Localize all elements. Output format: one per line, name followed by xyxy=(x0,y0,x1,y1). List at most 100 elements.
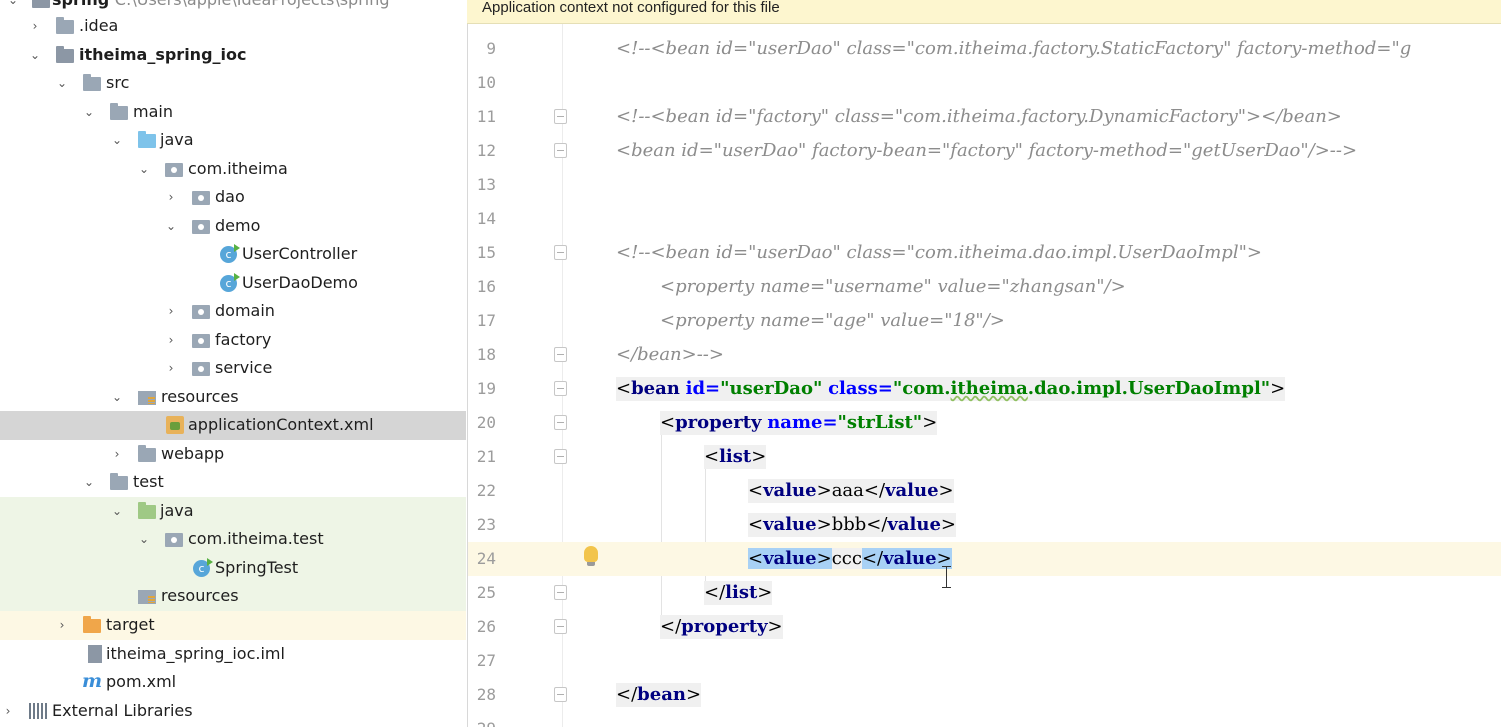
chevron-down-icon[interactable]: ⌄ xyxy=(110,133,124,147)
tree-item-label: itheima_spring_ioc xyxy=(79,45,247,64)
tree-item-test[interactable]: ⌄ test xyxy=(0,468,466,497)
code-line[interactable]: 12 <bean id="userDao" factory-bean="fact… xyxy=(468,134,1501,168)
chevron-down-icon[interactable]: ⌄ xyxy=(82,475,96,489)
code-line[interactable]: 28 </bean> xyxy=(468,678,1501,712)
tree-item-pom[interactable]: m pom.xml xyxy=(0,668,466,697)
chevron-down-icon[interactable]: ⌄ xyxy=(110,504,124,518)
code-text: <!--<bean id="factory" class="com.itheim… xyxy=(616,106,1342,127)
tree-item-factory[interactable]: › factory xyxy=(0,326,466,355)
code-line[interactable]: 11 <!--<bean id="factory" class="com.ith… xyxy=(468,100,1501,134)
tree-item-label: service xyxy=(215,358,273,377)
code-line[interactable]: 22 <value>aaa</value> xyxy=(468,474,1501,508)
code-editor[interactable]: 9 <!--<bean id="userDao" class="com.ithe… xyxy=(467,24,1501,727)
tree-item-dao[interactable]: › dao xyxy=(0,183,466,212)
tree-item-test-java[interactable]: ⌄ java xyxy=(0,497,466,526)
fold-marker-icon[interactable] xyxy=(554,245,567,260)
tree-item-java[interactable]: ⌄ java xyxy=(0,126,466,155)
tree-item-target[interactable]: › target xyxy=(0,611,466,640)
chevron-down-icon[interactable]: ⌄ xyxy=(82,105,96,119)
code-line[interactable]: 20 <property name="strList"> xyxy=(468,406,1501,440)
notification-banner: Application context not configured for t… xyxy=(467,0,1501,24)
tree-item-main[interactable]: ⌄ main xyxy=(0,98,466,127)
tree-item-label: UserController xyxy=(242,244,358,263)
line-number: 15 xyxy=(476,243,496,262)
fold-marker-icon[interactable] xyxy=(554,687,567,702)
code-line[interactable]: 17 <property name="age" value="18"/> xyxy=(468,304,1501,338)
tree-item-service[interactable]: › service xyxy=(0,354,466,383)
fold-marker-icon[interactable] xyxy=(554,347,567,362)
code-line[interactable]: 26 </property> xyxy=(468,610,1501,644)
lightbulb-icon[interactable] xyxy=(584,546,598,566)
tree-item-demo[interactable]: ⌄ demo xyxy=(0,212,466,241)
chevron-down-icon[interactable]: ⌄ xyxy=(164,219,178,233)
fold-marker-icon[interactable] xyxy=(554,109,567,124)
fold-marker-icon[interactable] xyxy=(554,381,567,396)
chevron-right-icon[interactable]: › xyxy=(164,361,178,375)
chevron-down-icon[interactable]: ⌄ xyxy=(55,76,69,90)
code-text: <bean id="userDao" factory-bean="factory… xyxy=(616,140,1358,161)
tree-item-applicationcontext[interactable]: applicationContext.xml xyxy=(0,411,466,440)
tree-item-label: com.itheima xyxy=(188,159,288,178)
tree-item-springtest[interactable]: c SpringTest xyxy=(0,554,466,583)
banner-text: Application context not configured for t… xyxy=(482,0,780,16)
tree-item-com-itheima[interactable]: ⌄ com.itheima xyxy=(0,155,466,184)
chevron-down-icon[interactable]: ⌄ xyxy=(137,162,151,176)
fold-marker-icon[interactable] xyxy=(554,449,567,464)
tree-item-idea[interactable]: › .idea xyxy=(0,12,466,41)
code-line[interactable]: 18 </bean>--> xyxy=(468,338,1501,372)
code-line[interactable]: 10 xyxy=(468,66,1501,100)
chevron-down-icon[interactable]: ⌄ xyxy=(137,532,151,546)
package-icon xyxy=(192,334,210,348)
chevron-right-icon[interactable]: › xyxy=(110,447,124,461)
tree-item-label: dao xyxy=(215,187,245,206)
tree-item-module[interactable]: ⌄ itheima_spring_ioc xyxy=(0,41,466,70)
tree-item-domain[interactable]: › domain xyxy=(0,297,466,326)
code-line[interactable]: 9 <!--<bean id="userDao" class="com.ithe… xyxy=(468,32,1501,66)
code-text: <value>ccc</value> xyxy=(748,548,952,569)
chevron-down-icon[interactable]: ⌄ xyxy=(28,48,42,62)
tree-item-usercontroller[interactable]: c UserController xyxy=(0,240,466,269)
code-line[interactable]: 15 <!--<bean id="userDao" class="com.ith… xyxy=(468,236,1501,270)
code-line[interactable]: 25 </list> xyxy=(468,576,1501,610)
chevron-right-icon[interactable]: › xyxy=(164,190,178,204)
line-number: 16 xyxy=(476,277,496,296)
tree-item-com-itheima-test[interactable]: ⌄ com.itheima.test xyxy=(0,525,466,554)
package-icon xyxy=(165,163,183,177)
chevron-right-icon[interactable]: › xyxy=(164,304,178,318)
code-line-current[interactable]: 24 <value>ccc</value> xyxy=(468,542,1501,576)
tree-item-src[interactable]: ⌄ src xyxy=(0,69,466,98)
code-text: </bean>--> xyxy=(616,344,724,365)
chevron-right-icon[interactable]: › xyxy=(28,19,42,33)
code-line[interactable]: 21 <list> xyxy=(468,440,1501,474)
tree-item-external-libraries[interactable]: › External Libraries xyxy=(0,697,466,726)
fold-marker-icon[interactable] xyxy=(554,619,567,634)
fold-marker-icon[interactable] xyxy=(554,415,567,430)
chevron-right-icon[interactable]: › xyxy=(1,704,15,718)
line-number: 13 xyxy=(476,175,496,194)
tree-item-webapp[interactable]: › webapp xyxy=(0,440,466,469)
code-line[interactable]: 13 xyxy=(468,168,1501,202)
text-cursor-icon xyxy=(942,566,951,588)
chevron-down-icon[interactable]: ⌄ xyxy=(6,0,20,7)
code-text: <bean id="userDao" class="com.itheima.da… xyxy=(616,377,1286,401)
code-text: </list> xyxy=(704,581,773,605)
tree-item-test-resources[interactable]: resources xyxy=(0,582,466,611)
chevron-down-icon[interactable]: ⌄ xyxy=(110,390,124,404)
tree-item-userdaodemo[interactable]: c UserDaoDemo xyxy=(0,269,466,298)
code-line[interactable]: 23 <value>bbb</value> xyxy=(468,508,1501,542)
tree-item-iml[interactable]: itheima_spring_ioc.iml xyxy=(0,640,466,669)
code-line[interactable]: 19 <bean id="userDao" class="com.itheima… xyxy=(468,372,1501,406)
source-folder-icon xyxy=(138,131,156,148)
code-line[interactable]: 16 <property name="username" value="zhan… xyxy=(468,270,1501,304)
chevron-right-icon[interactable]: › xyxy=(164,333,178,347)
project-tree[interactable]: ⌄ spring C:\Users\apple\IdeaProjects\spr… xyxy=(0,0,466,727)
fold-marker-icon[interactable] xyxy=(554,143,567,158)
code-line[interactable]: 29 xyxy=(468,712,1501,727)
code-line[interactable]: 14 xyxy=(468,202,1501,236)
tree-item-resources-main[interactable]: ⌄ resources xyxy=(0,383,466,412)
fold-marker-icon[interactable] xyxy=(554,585,567,600)
package-icon xyxy=(165,533,183,547)
code-line[interactable]: 27 xyxy=(468,644,1501,678)
chevron-right-icon[interactable]: › xyxy=(55,618,69,632)
code-text: <value>aaa</value> xyxy=(748,479,954,503)
